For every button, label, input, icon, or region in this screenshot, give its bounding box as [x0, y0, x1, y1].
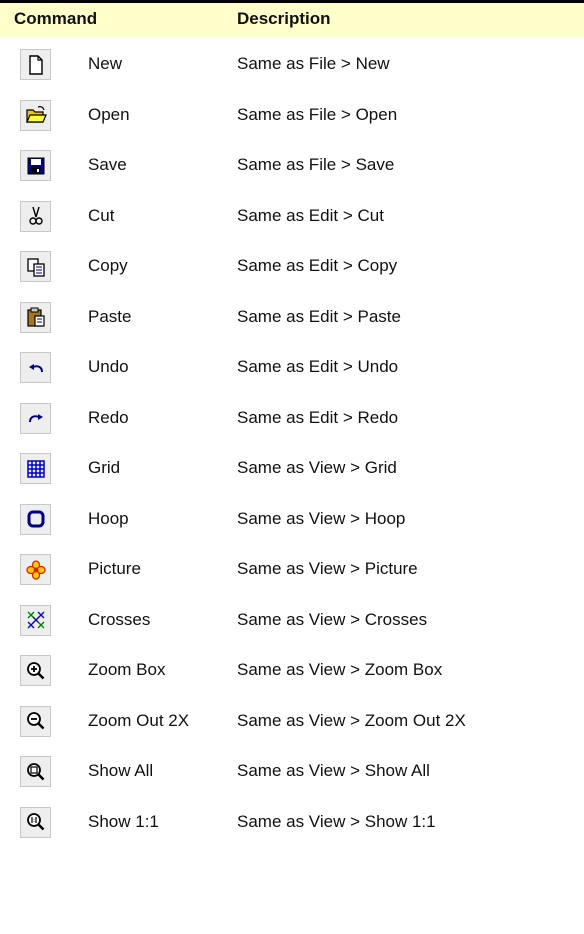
crosses-stitch-icon	[20, 604, 51, 636]
table-row: Open Same as File > Open	[0, 98, 584, 148]
command-description: Same as File > New	[237, 54, 390, 73]
table-row: Crosses Same as View > Crosses	[0, 603, 584, 653]
grid-icon	[20, 453, 51, 484]
command-description: Same as View > Show 1:1	[237, 811, 436, 831]
paste-clipboard-icon	[20, 301, 51, 333]
command-description: Same as View > Zoom Box	[237, 660, 443, 679]
save-disk-icon	[20, 150, 51, 181]
command-name: Hoop	[88, 508, 129, 528]
new-document-icon	[20, 49, 51, 80]
open-folder-icon	[20, 99, 51, 131]
command-name: Zoom Box	[88, 660, 166, 679]
command-name: Grid	[88, 458, 121, 477]
command-description: Same as Edit > Redo	[237, 407, 399, 427]
show-all-icon	[20, 756, 51, 787]
table-row: Undo Same as Edit > Undo	[0, 350, 584, 400]
table-row: Show 1:1 Same as View > Show 1:1	[0, 805, 584, 855]
header-command: Command	[14, 9, 98, 28]
picture-flower-icon	[20, 554, 51, 585]
hoop-icon	[20, 503, 51, 535]
command-name: Copy	[88, 256, 128, 275]
scissors-icon	[20, 200, 51, 232]
command-description: Same as File > Open	[237, 104, 398, 124]
command-description: Same as View > Grid	[237, 458, 397, 477]
command-name: Show All	[88, 761, 154, 780]
table-row: Hoop Same as View > Hoop	[0, 502, 584, 552]
command-name: Cut	[88, 205, 115, 225]
command-name: Save	[88, 155, 127, 174]
command-description: Same as View > Crosses	[237, 609, 428, 629]
command-name: Open	[88, 104, 130, 124]
command-description: Same as Edit > Cut	[237, 205, 384, 225]
table-row: Redo Same as Edit > Redo	[0, 401, 584, 451]
header-description: Description	[237, 9, 331, 28]
table-row: Show All Same as View > Show All	[0, 754, 584, 804]
command-description: Same as View > Hoop	[237, 508, 406, 528]
table-header: Command Description	[0, 0, 584, 37]
table-row: Copy Same as Edit > Copy	[0, 249, 584, 299]
command-description: Same as Edit > Undo	[237, 357, 399, 376]
show-1-1-icon	[20, 806, 51, 838]
command-description: Same as View > Show All	[237, 761, 430, 780]
copy-icon	[20, 251, 51, 282]
command-description: Same as View > Zoom Out 2X	[237, 710, 466, 730]
command-description: Same as Edit > Copy	[237, 256, 398, 275]
table-row: New Same as File > New	[0, 47, 584, 97]
table-row: Paste Same as Edit > Paste	[0, 300, 584, 350]
command-name: Undo	[88, 357, 129, 376]
table-row: Save Same as File > Save	[0, 148, 584, 198]
command-description: Same as View > Picture	[237, 559, 418, 578]
table-row: Grid Same as View > Grid	[0, 451, 584, 501]
redo-arrow-icon	[20, 402, 51, 434]
table-row: Picture Same as View > Picture	[0, 552, 584, 602]
zoom-in-icon	[20, 655, 51, 686]
header-top-rule	[0, 0, 584, 3]
command-name: Zoom Out 2X	[88, 710, 190, 730]
table-row: Zoom Out 2X Same as View > Zoom Out 2X	[0, 704, 584, 754]
command-name: New	[88, 54, 123, 73]
command-name: Crosses	[88, 609, 151, 629]
command-description: Same as Edit > Paste	[237, 306, 401, 326]
command-name: Show 1:1	[88, 811, 159, 831]
command-name: Redo	[88, 407, 129, 427]
zoom-out-icon	[20, 705, 51, 737]
undo-arrow-icon	[20, 352, 51, 383]
table-row: Cut Same as Edit > Cut	[0, 199, 584, 249]
command-description: Same as File > Save	[237, 155, 395, 174]
command-name: Paste	[88, 306, 132, 326]
table-row: Zoom Box Same as View > Zoom Box	[0, 653, 584, 703]
command-name: Picture	[88, 559, 141, 578]
